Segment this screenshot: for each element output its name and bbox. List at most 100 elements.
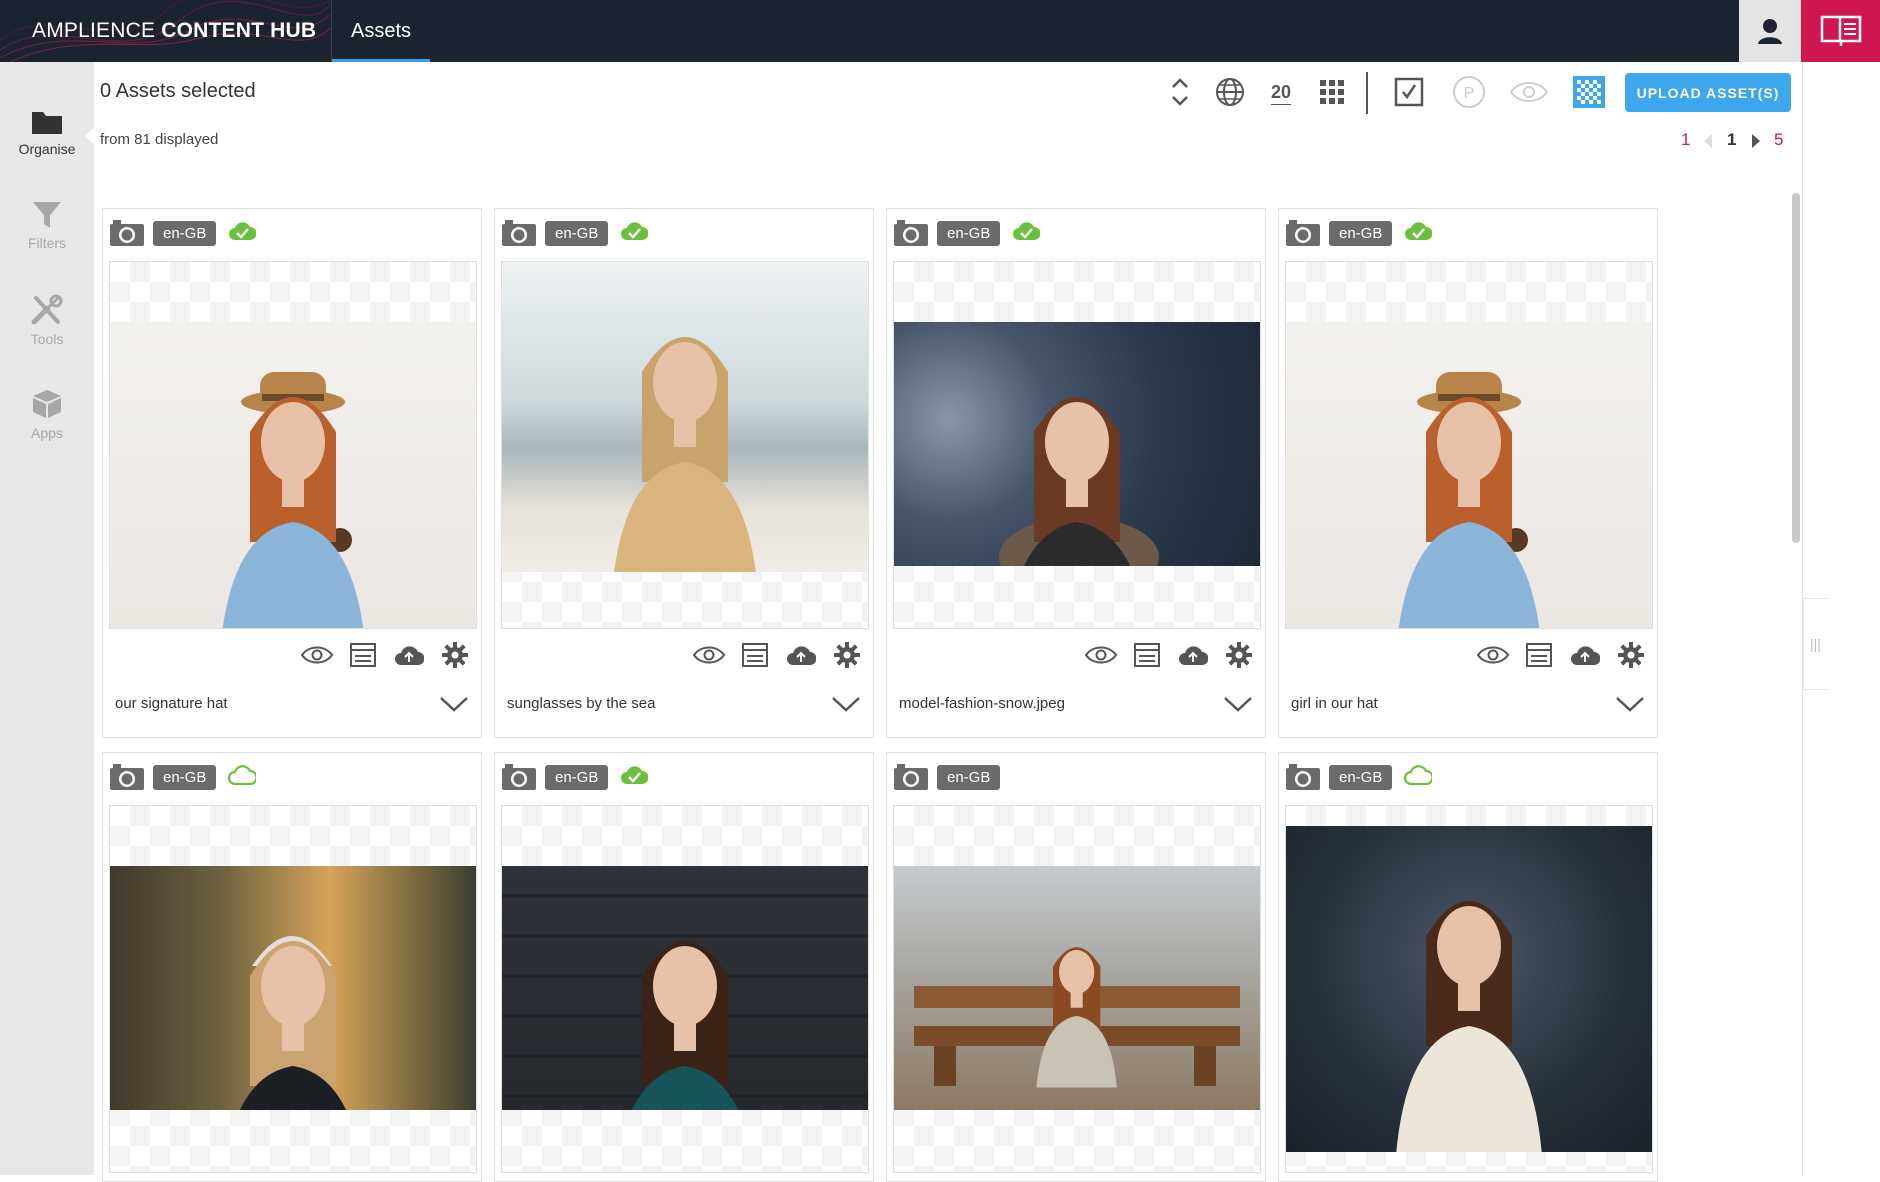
asset-thumbnail[interactable] — [501, 805, 869, 1173]
camera-icon — [894, 764, 928, 790]
gear-icon — [1618, 642, 1644, 668]
grid-view-button[interactable] — [1312, 74, 1352, 110]
upload-assets-button[interactable]: UPLOAD ASSET(S) — [1625, 73, 1791, 112]
asset-thumbnail[interactable] — [109, 261, 477, 629]
asset-image — [1286, 826, 1652, 1152]
camera-icon — [1286, 220, 1320, 246]
publish-action[interactable] — [1175, 639, 1211, 671]
sidebar-item-filters[interactable]: Filters — [0, 200, 94, 280]
settings-action[interactable] — [1613, 639, 1649, 671]
asset-card[interactable]: en-GB sunglasses by the sea — [494, 208, 874, 738]
publish-button[interactable]: P — [1449, 74, 1489, 110]
sidebar-item-organise[interactable]: Organise — [0, 106, 94, 186]
panel-resize-handle[interactable]: ||| — [1803, 598, 1827, 690]
asset-thumbnail[interactable] — [893, 261, 1261, 629]
asset-thumbnail[interactable] — [501, 261, 869, 629]
page-size-button[interactable]: 20 — [1261, 74, 1301, 110]
camera-icon — [502, 764, 536, 790]
publish-action[interactable] — [783, 639, 819, 671]
settings-action[interactable] — [1221, 639, 1257, 671]
camera-icon — [1286, 764, 1320, 790]
expand-details-button[interactable] — [831, 695, 861, 718]
pagination-last-page[interactable]: 5 — [1774, 130, 1783, 150]
user-menu-button[interactable] — [1739, 0, 1801, 62]
settings-action[interactable] — [829, 639, 865, 671]
asset-name: our signature hat — [115, 695, 228, 712]
next-page-icon[interactable] — [1752, 134, 1760, 148]
asset-card-header: en-GB — [893, 763, 1012, 791]
locale-badge: en-GB — [545, 220, 609, 246]
sidebar-item-label: Tools — [30, 331, 64, 347]
settings-action[interactable] — [437, 639, 473, 671]
eye-icon — [300, 646, 334, 664]
brand-name-light: AMPLIENCE — [32, 19, 162, 42]
expand-details-button[interactable] — [439, 695, 469, 718]
asset-actions — [691, 639, 865, 671]
gear-icon — [442, 642, 468, 668]
eye-icon — [1084, 646, 1118, 664]
app-switcher-button[interactable] — [1801, 0, 1880, 62]
asset-card-header: en-GB — [893, 219, 1041, 247]
locale-badge: en-GB — [1329, 220, 1393, 246]
asset-thumbnail[interactable] — [893, 805, 1261, 1173]
tab-assets[interactable]: Assets — [332, 0, 430, 62]
grid-icon — [1320, 80, 1344, 104]
locale-badge: en-GB — [545, 764, 609, 790]
asset-thumbnail[interactable] — [1285, 261, 1653, 629]
globe-icon — [1216, 78, 1244, 106]
properties-action[interactable] — [1129, 639, 1165, 671]
brand-logo[interactable]: AMPLIENCE CONTENT HUB — [32, 19, 316, 43]
camera-icon — [894, 220, 928, 246]
publish-status-icon — [1404, 220, 1433, 247]
cloud-upload-icon — [1179, 646, 1208, 665]
asset-card[interactable]: en-GB model-fashion-snow.jpeg — [886, 208, 1266, 738]
asset-actions — [1475, 639, 1649, 671]
display-count: from 81 displayed — [100, 131, 219, 148]
chevron-down-icon — [832, 697, 860, 712]
scrollbar-thumb[interactable] — [1792, 193, 1800, 543]
preview-action[interactable] — [1475, 639, 1511, 671]
properties-action[interactable] — [345, 639, 381, 671]
camera-icon — [110, 764, 144, 790]
toolbar-divider — [1366, 72, 1368, 114]
asset-actions — [299, 639, 473, 671]
pagination-first-page[interactable]: 1 — [1681, 130, 1690, 150]
sidebar-item-apps[interactable]: Apps — [0, 388, 94, 468]
sort-arrows-icon — [1172, 78, 1188, 106]
checkbox-icon — [1394, 77, 1424, 107]
tools-icon — [31, 294, 63, 325]
transparency-toggle-button[interactable] — [1569, 74, 1609, 110]
asset-card[interactable]: en-GB — [1278, 752, 1658, 1182]
preview-button[interactable] — [1509, 74, 1549, 110]
sort-button[interactable] — [1160, 74, 1200, 110]
prev-page-icon[interactable] — [1704, 134, 1712, 148]
asset-card[interactable]: en-GB — [494, 752, 874, 1182]
eye-icon — [1476, 646, 1510, 664]
publish-action[interactable] — [391, 639, 427, 671]
asset-image — [110, 322, 476, 628]
asset-name: model-fashion-snow.jpeg — [899, 695, 1065, 712]
sidebar-item-tools[interactable]: Tools — [0, 294, 94, 374]
properties-action[interactable] — [1521, 639, 1557, 671]
asset-card[interactable]: en-GB — [102, 752, 482, 1182]
preview-action[interactable] — [299, 639, 335, 671]
asset-image — [502, 866, 868, 1110]
asset-card[interactable]: en-GB — [886, 752, 1266, 1182]
asset-thumbnail[interactable] — [1285, 805, 1653, 1173]
top-bar: AMPLIENCE CONTENT HUB Assets — [0, 0, 1880, 62]
preview-action[interactable] — [691, 639, 727, 671]
publish-action[interactable] — [1567, 639, 1603, 671]
asset-image — [894, 866, 1260, 1110]
asset-thumbnail[interactable] — [109, 805, 477, 1173]
select-all-button[interactable] — [1389, 74, 1429, 110]
asset-card[interactable]: en-GB girl in our hat — [1278, 208, 1658, 738]
chevron-down-icon — [1616, 697, 1644, 712]
preview-action[interactable] — [1083, 639, 1119, 671]
filter-icon — [33, 202, 61, 228]
asset-card[interactable]: en-GB our signature hat — [102, 208, 482, 738]
sidebar-item-label: Organise — [18, 141, 76, 157]
expand-details-button[interactable] — [1615, 695, 1645, 718]
properties-action[interactable] — [737, 639, 773, 671]
locale-button[interactable] — [1210, 74, 1250, 110]
expand-details-button[interactable] — [1223, 695, 1253, 718]
